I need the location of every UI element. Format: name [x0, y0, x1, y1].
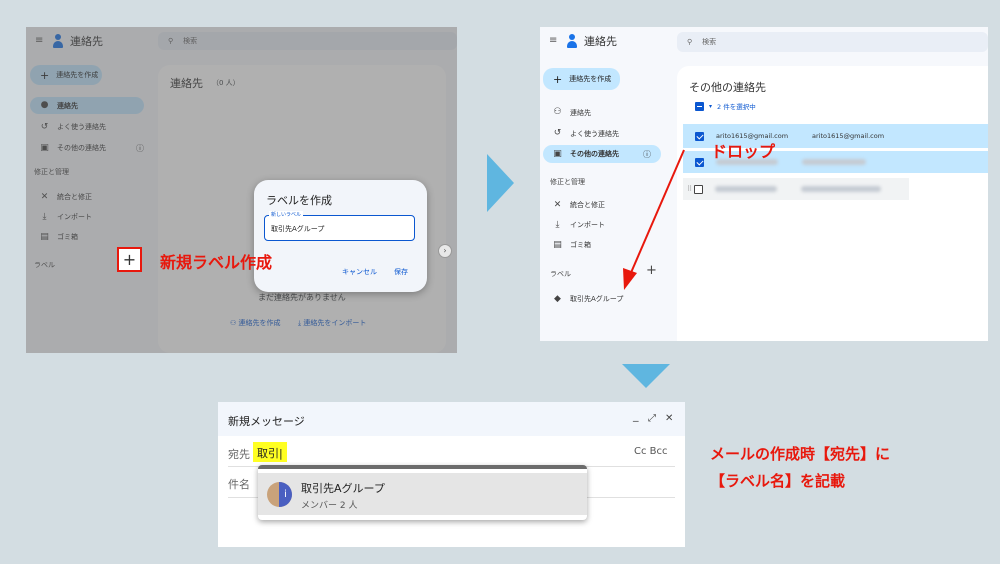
label-name-input[interactable]: 新しいラベル 取引先Aグループ: [264, 211, 415, 241]
drag-arrow-head: [623, 268, 637, 290]
suggestion-name: 取引先Aグループ: [301, 482, 385, 495]
close-icon[interactable]: ✕: [665, 413, 673, 424]
to-field[interactable]: 宛先 取引| Cc Bcc: [228, 436, 675, 467]
person-outline-icon: ⚇: [553, 107, 562, 117]
flow-arrow-right: [487, 154, 514, 212]
selection-bar[interactable]: ▾ 2 件を選択中: [695, 101, 756, 111]
tools-icon: ✕: [553, 199, 562, 210]
create-label-dialog: ラベルを作成 新しいラベル 取引先Aグループ キャンセル 保存: [254, 180, 427, 292]
app-header: 連絡先: [566, 33, 617, 49]
drag-arrow-line: [629, 149, 685, 276]
chevron-down-icon[interactable]: ▾: [709, 103, 712, 110]
suggestion-item[interactable]: i 取引先Aグループ メンバー 2 人: [258, 473, 587, 515]
subject-label: 件名: [228, 478, 250, 491]
main-content: その他の連絡先 ▾ 2 件を選択中 arito1615@gmail.com ar…: [677, 66, 988, 341]
save-button[interactable]: 保存: [394, 267, 408, 277]
chevron-right-icon[interactable]: ›: [438, 244, 452, 258]
cc-bcc-button[interactable]: Cc Bcc: [634, 446, 668, 457]
gmail-compose-screenshot: 新規メッセージ _ ⤢ ✕ 宛先 取引| Cc Bcc 件名 i 取引先Aグルー…: [218, 402, 685, 547]
page-title: その他の連絡先: [689, 81, 766, 94]
nav-contacts[interactable]: ⚇ 連絡先: [543, 105, 661, 120]
field-value: 取引先Aグループ: [271, 225, 325, 233]
annotation-line1: メールの作成時【宛先】に: [710, 445, 891, 463]
contacts-logo-icon: [566, 34, 577, 48]
app-title: 連絡先: [584, 35, 617, 48]
search-icon: ⚲: [687, 38, 693, 46]
plus-icon: +: [553, 72, 563, 86]
nav-frequent[interactable]: ↺ よく使う連絡先: [543, 126, 661, 141]
to-label: 宛先: [228, 448, 250, 461]
label-tag-icon: ◆: [554, 293, 561, 304]
contacts-screenshot-create-label: ≡ 連絡先 ⚲ 検索 + 連絡先を作成 ● 連絡先 ↺ よく使う連絡先 ▣ その他の連…: [26, 27, 457, 353]
flow-arrow-down: [622, 364, 670, 388]
blurred-value: [801, 186, 882, 192]
minimize-icon[interactable]: _: [633, 409, 639, 422]
annotation-line2: 【ラベル名】を記載: [710, 472, 846, 490]
group-avatar: i: [267, 482, 292, 507]
blurred-value: [802, 159, 866, 165]
to-input[interactable]: 取引|: [253, 442, 287, 462]
cancel-button[interactable]: キャンセル: [342, 267, 377, 277]
suggestion-members: メンバー 2 人: [301, 501, 358, 511]
annotation-new-label: 新規ラベル作成: [160, 253, 273, 272]
create-contact-button[interactable]: + 連絡先を作成: [543, 68, 620, 90]
field-label: 新しいラベル: [269, 211, 304, 218]
select-all-checkbox[interactable]: [695, 101, 704, 111]
trash-icon: ▤: [553, 239, 562, 250]
section-fix-manage: 修正と管理: [550, 178, 585, 186]
inbox-icon: ▣: [553, 148, 562, 159]
download-icon: ⤓: [555, 219, 560, 230]
expand-icon[interactable]: ⤢: [648, 413, 656, 424]
history-icon: ↺: [553, 128, 562, 138]
compose-header: 新規メッセージ _ ⤢ ✕: [218, 402, 685, 436]
annotation-drop: ドロップ: [711, 142, 776, 161]
dialog-title: ラベルを作成: [266, 194, 332, 207]
section-labels: ラベル: [550, 270, 571, 278]
autocomplete-dropdown: i 取引先Aグループ メンバー 2 人: [258, 465, 587, 520]
menu-icon[interactable]: ≡: [549, 35, 557, 46]
drag-arrow: [623, 149, 685, 290]
add-label-button[interactable]: +: [117, 247, 142, 272]
blurred-value: [715, 186, 778, 192]
search-input[interactable]: ⚲ 検索: [677, 32, 988, 52]
info-badge-icon: i: [279, 482, 292, 507]
compose-title: 新規メッセージ: [228, 415, 305, 428]
